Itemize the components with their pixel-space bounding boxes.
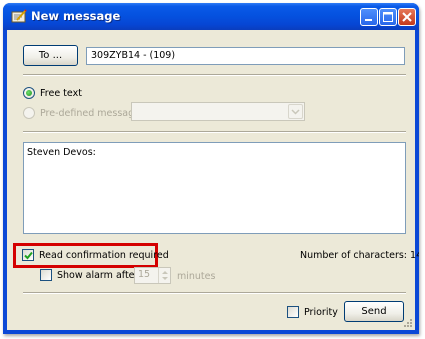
show-alarm-label: Show alarm after bbox=[57, 270, 139, 281]
free-text-radio[interactable] bbox=[23, 87, 35, 99]
window-title: New message bbox=[31, 9, 121, 23]
predefined-message-combo[interactable] bbox=[131, 102, 305, 121]
spinner-arrows[interactable] bbox=[158, 268, 170, 283]
spinner-up-down-icon bbox=[162, 271, 168, 280]
alarm-minutes-spinner[interactable]: 15 bbox=[134, 267, 171, 284]
maximize-button[interactable] bbox=[379, 8, 397, 26]
priority-label: Priority bbox=[304, 307, 338, 318]
message-edit-icon bbox=[11, 9, 27, 23]
minimize-icon bbox=[365, 19, 372, 21]
to-button[interactable]: To ... bbox=[23, 45, 78, 66]
title-bar[interactable]: New message bbox=[3, 3, 419, 30]
minimize-button[interactable] bbox=[360, 8, 378, 26]
dialog-body: To ... 309ZYB14 - (109) Free text Pre-de… bbox=[7, 30, 419, 330]
close-button[interactable] bbox=[398, 8, 416, 26]
priority-checkbox[interactable] bbox=[287, 306, 299, 318]
resize-grip-icon[interactable] bbox=[402, 317, 413, 328]
message-body-textarea[interactable]: Steven Devos: bbox=[23, 142, 406, 234]
read-confirmation-label: Read confirmation required bbox=[39, 250, 169, 261]
read-confirmation-checkbox[interactable] bbox=[22, 249, 34, 261]
send-button[interactable]: Send bbox=[344, 301, 404, 322]
window-border bbox=[3, 330, 419, 334]
separator bbox=[23, 131, 406, 133]
alarm-minutes-value: 15 bbox=[138, 269, 151, 280]
character-count: Number of characters: 14 bbox=[300, 250, 419, 261]
show-alarm-checkbox[interactable] bbox=[40, 269, 52, 281]
new-message-window: New message To ... 309ZYB14 - (109) Free bbox=[3, 3, 419, 334]
minutes-label: minutes bbox=[177, 271, 216, 282]
separator bbox=[23, 292, 406, 294]
maximize-icon bbox=[383, 12, 393, 22]
close-icon bbox=[402, 12, 412, 22]
checkmark-icon bbox=[24, 251, 33, 260]
predefined-message-label: Pre-defined message bbox=[40, 108, 141, 119]
free-text-label: Free text bbox=[40, 88, 82, 99]
chevron-down-icon bbox=[291, 109, 300, 115]
separator bbox=[23, 74, 406, 76]
radio-selected-dot bbox=[26, 90, 32, 96]
predefined-message-radio[interactable] bbox=[23, 107, 35, 119]
recipient-field[interactable]: 309ZYB14 - (109) bbox=[86, 47, 405, 65]
combo-dropdown-button[interactable] bbox=[288, 104, 303, 119]
